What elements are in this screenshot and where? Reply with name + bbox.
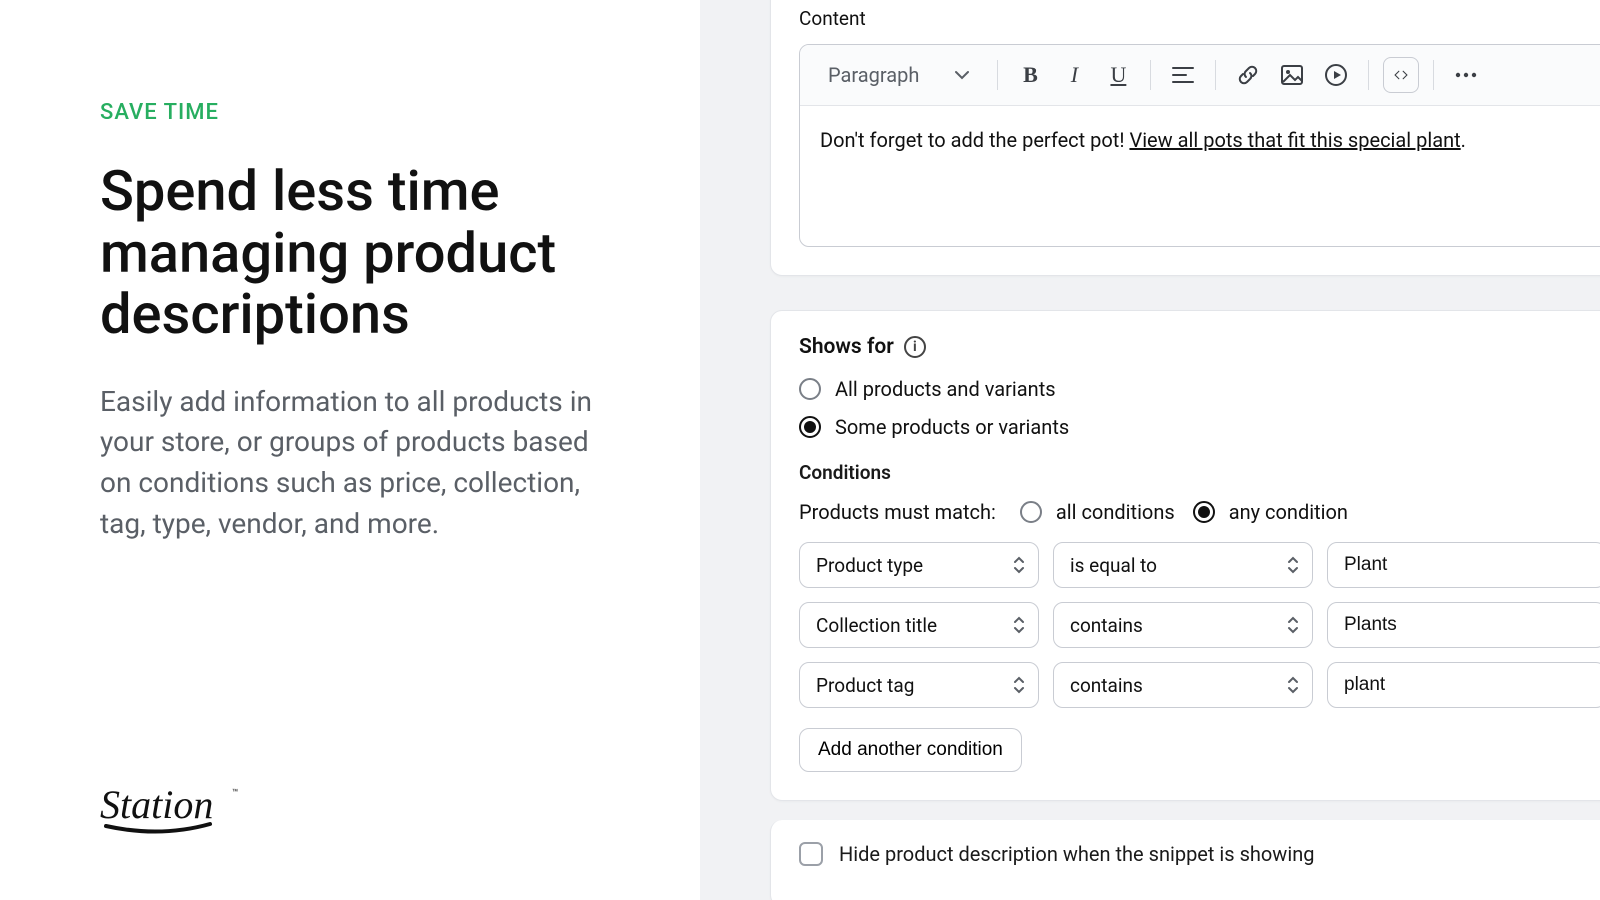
condition-row: Product tag contains <box>799 662 1600 708</box>
source-code-button[interactable] <box>1383 57 1419 93</box>
video-button[interactable] <box>1318 57 1354 93</box>
page-headline: Spend less time managing product descrip… <box>100 161 580 346</box>
shows-for-title: Shows for <box>799 335 894 359</box>
condition-field-label: Product type <box>816 554 923 577</box>
bold-button[interactable]: B <box>1012 57 1048 93</box>
updown-icon <box>1286 616 1300 634</box>
scope-all-label: All products and variants <box>835 377 1056 401</box>
condition-operator-select[interactable]: contains <box>1053 602 1313 648</box>
toolbar-separator <box>1368 60 1369 90</box>
chevron-down-icon <box>955 70 969 80</box>
editor-content[interactable]: Don't forget to add the perfect pot! Vie… <box>800 106 1600 246</box>
rich-text-editor: Paragraph B I U <box>799 44 1600 247</box>
svg-text:™: ™ <box>232 788 238 799</box>
footer-options-card: Hide product description when the snippe… <box>770 820 1600 900</box>
toolbar-separator <box>1215 60 1216 90</box>
play-icon <box>1325 64 1347 86</box>
radio-icon <box>1020 501 1042 523</box>
updown-icon <box>1012 616 1026 634</box>
visibility-rules-card: Shows for i All products and variants So… <box>770 310 1600 801</box>
hide-description-option[interactable]: Hide product description when the snippe… <box>799 842 1600 866</box>
condition-value-input[interactable] <box>1327 542 1600 588</box>
eyebrow: SAVE TIME <box>100 100 620 125</box>
bold-icon: B <box>1023 62 1038 88</box>
match-any-option[interactable]: any condition <box>1193 500 1348 524</box>
updown-icon <box>1286 556 1300 574</box>
editor-link[interactable]: View all pots that fit this special plan… <box>1129 128 1460 152</box>
add-condition-button[interactable]: Add another condition <box>799 728 1022 772</box>
image-icon <box>1281 65 1303 85</box>
content-field-label: Content <box>799 7 1600 30</box>
editor-text: Don't forget to add the perfect pot! <box>820 128 1129 152</box>
condition-field-select[interactable]: Product tag <box>799 662 1039 708</box>
condition-field-label: Collection title <box>816 614 937 637</box>
condition-row: Collection title contains <box>799 602 1600 648</box>
link-icon <box>1237 64 1259 86</box>
condition-value-input[interactable] <box>1327 602 1600 648</box>
svg-text:Station: Station <box>100 784 213 827</box>
condition-operator-label: is equal to <box>1070 554 1157 577</box>
toolbar-separator <box>1150 60 1151 90</box>
condition-field-select[interactable]: Collection title <box>799 602 1039 648</box>
updown-icon <box>1286 676 1300 694</box>
radio-checked-icon <box>1193 501 1215 523</box>
toolbar-separator <box>997 60 998 90</box>
code-icon <box>1394 66 1408 84</box>
content-editor-card: Content Paragraph B I U <box>770 0 1600 276</box>
align-left-icon <box>1172 66 1194 84</box>
paragraph-style-select[interactable]: Paragraph <box>814 55 983 95</box>
italic-icon: I <box>1071 62 1078 88</box>
condition-row: Product type is equal to <box>799 542 1600 588</box>
page-subcopy: Easily add information to all products i… <box>100 382 620 544</box>
conditions-label: Conditions <box>799 461 1600 484</box>
condition-operator-select[interactable]: contains <box>1053 662 1313 708</box>
editor-text-suffix: . <box>1461 128 1466 152</box>
more-icon <box>1454 71 1478 79</box>
radio-icon <box>799 378 821 400</box>
match-any-label: any condition <box>1229 500 1348 524</box>
match-all-option[interactable]: all conditions <box>1020 500 1175 524</box>
radio-checked-icon <box>799 416 821 438</box>
underline-icon: U <box>1110 62 1126 88</box>
condition-operator-select[interactable]: is equal to <box>1053 542 1313 588</box>
hide-description-label: Hide product description when the snippe… <box>839 842 1314 866</box>
link-button[interactable] <box>1230 57 1266 93</box>
condition-field-select[interactable]: Product type <box>799 542 1039 588</box>
align-button[interactable] <box>1165 57 1201 93</box>
match-all-label: all conditions <box>1056 500 1175 524</box>
condition-operator-label: contains <box>1070 674 1143 697</box>
toolbar-separator <box>1433 60 1434 90</box>
condition-operator-label: contains <box>1070 614 1143 637</box>
more-button[interactable] <box>1448 57 1484 93</box>
scope-some-option[interactable]: Some products or variants <box>799 415 1600 439</box>
condition-value-input[interactable] <box>1327 662 1600 708</box>
info-icon[interactable]: i <box>904 336 926 358</box>
underline-button[interactable]: U <box>1100 57 1136 93</box>
image-button[interactable] <box>1274 57 1310 93</box>
scope-some-label: Some products or variants <box>835 415 1069 439</box>
updown-icon <box>1012 556 1026 574</box>
condition-field-label: Product tag <box>816 674 914 697</box>
paragraph-style-label: Paragraph <box>828 63 919 87</box>
italic-button[interactable]: I <box>1056 57 1092 93</box>
scope-all-option[interactable]: All products and variants <box>799 377 1600 401</box>
match-label: Products must match: <box>799 500 996 524</box>
brand-logo: Station ™ <box>100 784 620 860</box>
checkbox-icon <box>799 842 823 866</box>
updown-icon <box>1012 676 1026 694</box>
editor-toolbar: Paragraph B I U <box>800 45 1600 106</box>
